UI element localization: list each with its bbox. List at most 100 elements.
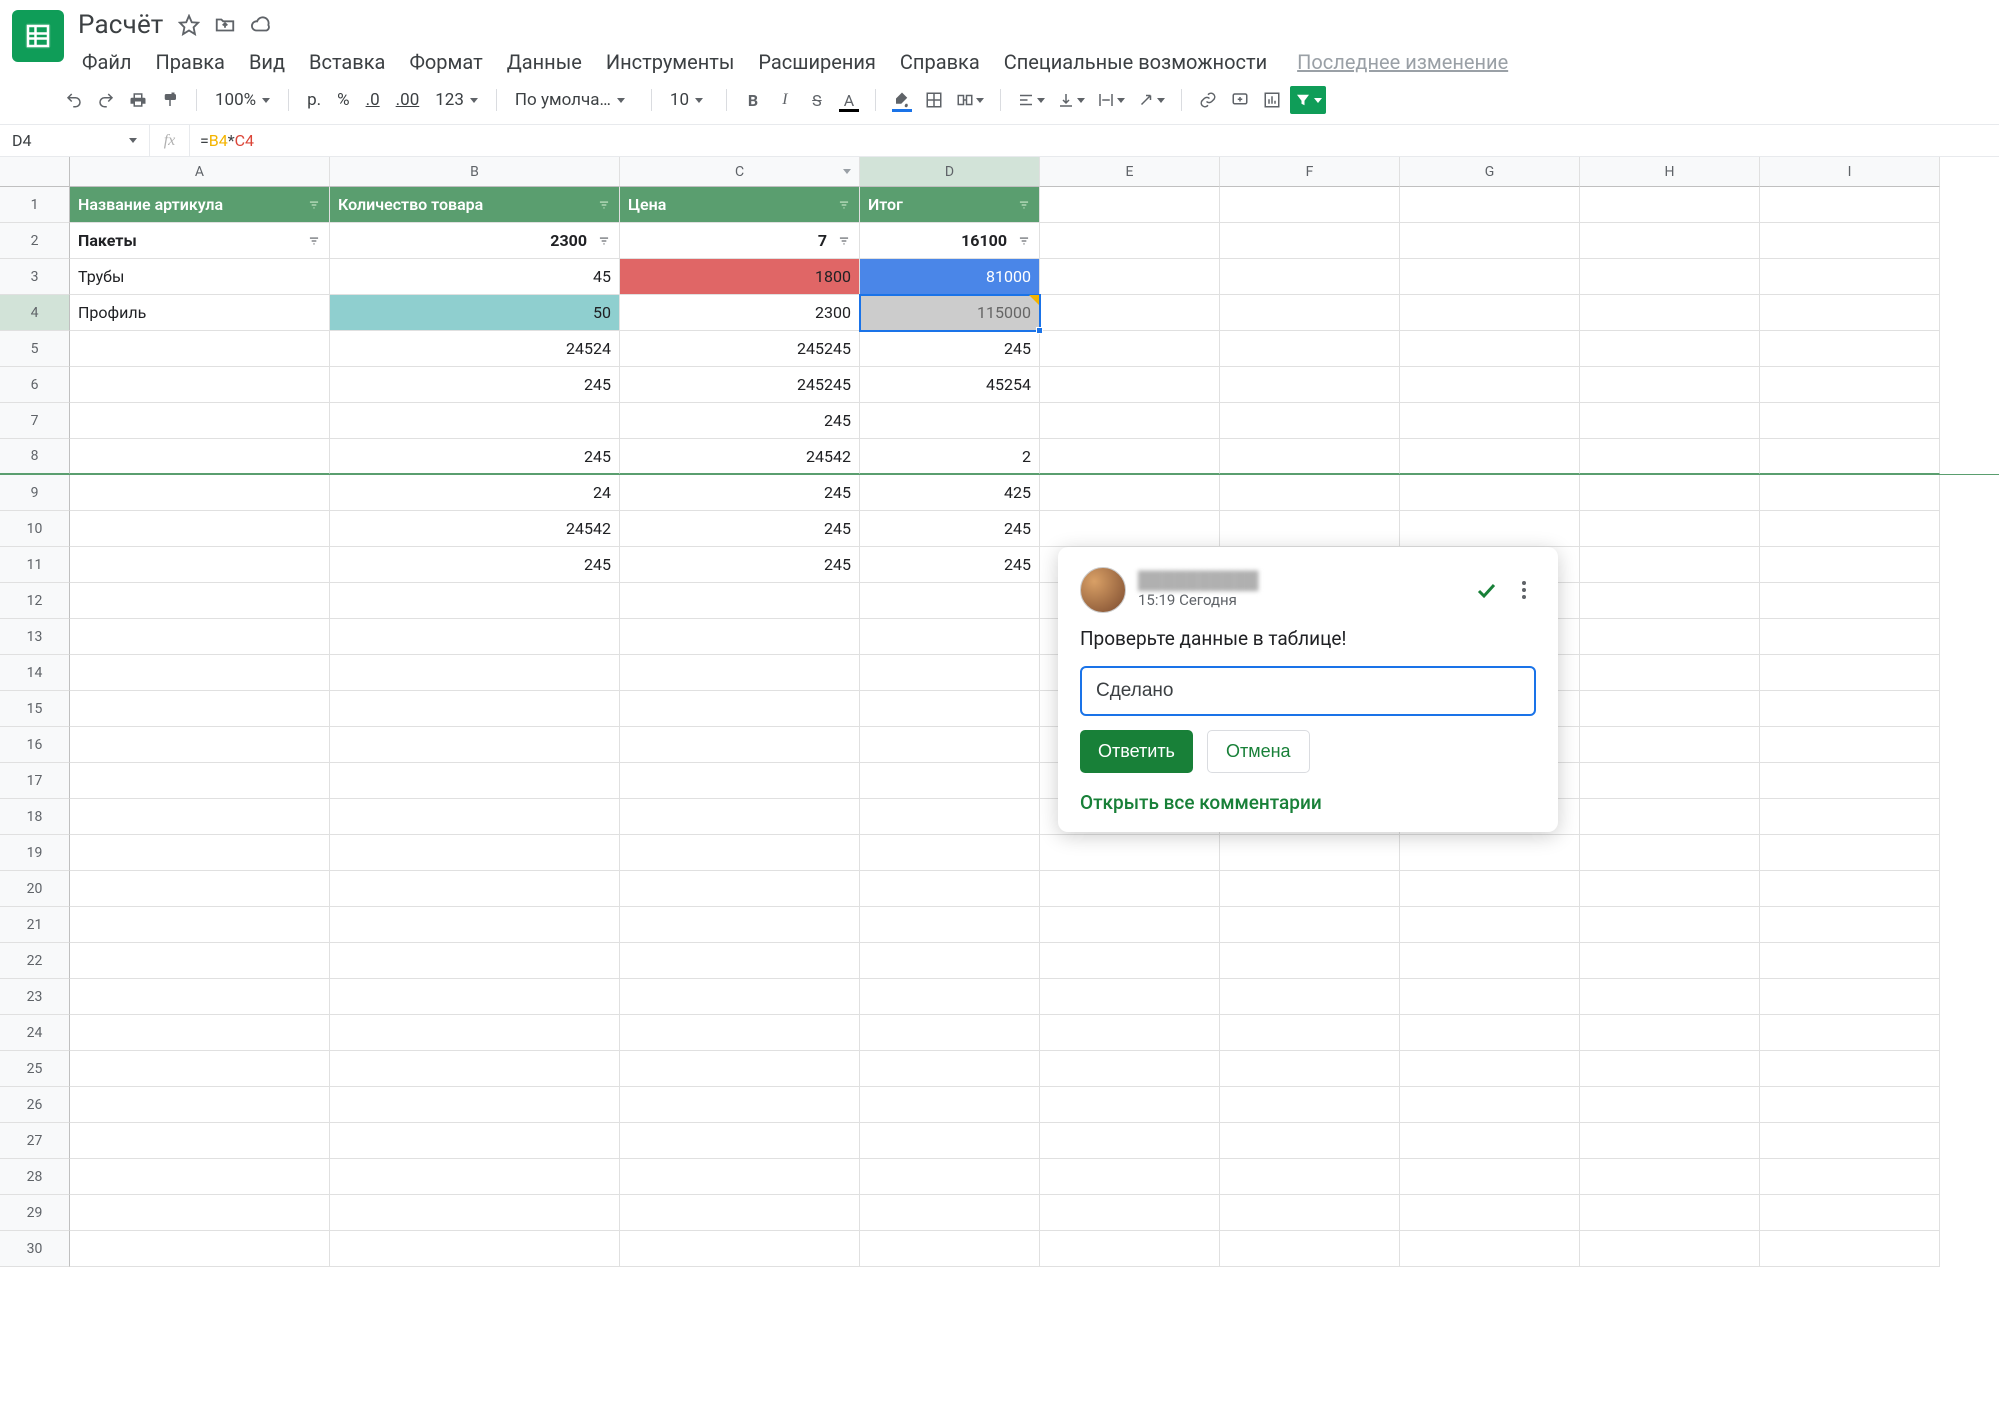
cell[interactable] <box>70 691 330 727</box>
cell[interactable]: 245245 <box>620 331 860 367</box>
cell[interactable] <box>1580 727 1760 763</box>
cell[interactable] <box>1580 763 1760 799</box>
cell[interactable] <box>860 1231 1040 1267</box>
row-header[interactable]: 12 <box>0 583 70 619</box>
row-header[interactable]: 16 <box>0 727 70 763</box>
cell[interactable] <box>330 619 620 655</box>
row-header[interactable]: 21 <box>0 907 70 943</box>
cell[interactable] <box>1040 871 1220 907</box>
menu-format[interactable]: Формат <box>405 48 486 76</box>
cell[interactable] <box>330 1159 620 1195</box>
header-cell[interactable]: Название артикула <box>70 187 330 223</box>
column-header-H[interactable]: H <box>1580 157 1760 187</box>
cell[interactable] <box>1760 295 1940 331</box>
cell[interactable] <box>1580 223 1760 259</box>
cell[interactable] <box>860 835 1040 871</box>
menu-view[interactable]: Вид <box>245 48 289 76</box>
cell[interactable] <box>1760 871 1940 907</box>
vertical-align-button[interactable] <box>1053 86 1089 114</box>
cell[interactable] <box>860 655 1040 691</box>
cell[interactable] <box>1400 871 1580 907</box>
cell[interactable] <box>1040 1123 1220 1159</box>
cell[interactable] <box>1400 331 1580 367</box>
filter-icon[interactable] <box>1017 234 1031 248</box>
cell[interactable] <box>330 871 620 907</box>
cell[interactable] <box>860 619 1040 655</box>
cell[interactable] <box>860 979 1040 1015</box>
cell[interactable]: 245 <box>330 367 620 403</box>
filter-icon[interactable] <box>837 198 851 212</box>
font-family-dropdown[interactable]: По умолча… <box>509 90 639 110</box>
cell[interactable] <box>1400 1015 1580 1051</box>
cell[interactable] <box>1760 331 1940 367</box>
menu-edit[interactable]: Правка <box>151 48 229 76</box>
font-size-dropdown[interactable]: 10 <box>664 90 714 110</box>
cell[interactable] <box>1400 943 1580 979</box>
comment-reply-input[interactable] <box>1080 666 1536 716</box>
cell[interactable] <box>330 979 620 1015</box>
cell[interactable]: Пакеты <box>70 223 330 259</box>
cell[interactable] <box>1580 295 1760 331</box>
cell[interactable] <box>1040 439 1220 474</box>
bold-button[interactable]: B <box>739 86 767 114</box>
star-icon[interactable] <box>178 14 200 36</box>
insert-comment-button[interactable] <box>1226 86 1254 114</box>
cell[interactable] <box>1580 943 1760 979</box>
strikethrough-button[interactable]: S <box>803 86 831 114</box>
last-edit-link[interactable]: Последнее изменение <box>1297 50 1508 74</box>
cell[interactable] <box>1580 1123 1760 1159</box>
cell[interactable] <box>1760 619 1940 655</box>
cell[interactable] <box>1580 583 1760 619</box>
cell[interactable] <box>1760 1159 1940 1195</box>
filter-icon[interactable] <box>597 234 611 248</box>
row-header[interactable]: 14 <box>0 655 70 691</box>
cell[interactable] <box>70 475 330 511</box>
cell[interactable] <box>70 1087 330 1123</box>
cell[interactable] <box>1760 1123 1940 1159</box>
row-header[interactable]: 25 <box>0 1051 70 1087</box>
cell[interactable] <box>1580 619 1760 655</box>
row-header[interactable]: 10 <box>0 511 70 547</box>
cell[interactable] <box>1760 1195 1940 1231</box>
cell[interactable] <box>620 1123 860 1159</box>
row-header[interactable]: 22 <box>0 943 70 979</box>
cell[interactable] <box>1040 1015 1220 1051</box>
cell[interactable] <box>1760 691 1940 727</box>
cell[interactable] <box>860 1051 1040 1087</box>
cell[interactable] <box>1400 511 1580 547</box>
cell[interactable] <box>1400 1195 1580 1231</box>
cell[interactable] <box>1580 1195 1760 1231</box>
cell[interactable] <box>1400 223 1580 259</box>
row-header[interactable]: 29 <box>0 1195 70 1231</box>
cell[interactable] <box>330 763 620 799</box>
cell[interactable] <box>70 835 330 871</box>
cell[interactable] <box>1220 907 1400 943</box>
cell[interactable] <box>330 403 620 439</box>
row-header[interactable]: 1 <box>0 187 70 223</box>
cell[interactable] <box>70 907 330 943</box>
cell[interactable] <box>1220 187 1400 223</box>
cell[interactable] <box>1760 547 1940 583</box>
cell[interactable] <box>1760 979 1940 1015</box>
cell[interactable] <box>70 943 330 979</box>
cell[interactable] <box>1580 655 1760 691</box>
cell[interactable] <box>1760 367 1940 403</box>
decrease-decimal-button[interactable]: .0 <box>360 90 386 110</box>
cell[interactable] <box>1760 1087 1940 1123</box>
cell[interactable]: 2 <box>860 439 1040 474</box>
header-cell[interactable]: Количество товара <box>330 187 620 223</box>
text-wrap-button[interactable] <box>1093 86 1129 114</box>
menu-file[interactable]: Файл <box>78 48 135 76</box>
row-header[interactable]: 30 <box>0 1231 70 1267</box>
cell[interactable] <box>70 727 330 763</box>
cell[interactable] <box>1220 223 1400 259</box>
menu-tools[interactable]: Инструменты <box>602 48 739 76</box>
cell[interactable]: 2300 <box>620 295 860 331</box>
cell[interactable] <box>620 979 860 1015</box>
row-header[interactable]: 17 <box>0 763 70 799</box>
cell[interactable] <box>1580 1087 1760 1123</box>
row-header[interactable]: 7 <box>0 403 70 439</box>
menu-accessibility[interactable]: Специальные возможности <box>1000 48 1271 76</box>
cell[interactable] <box>1220 1159 1400 1195</box>
cell[interactable] <box>1580 475 1760 511</box>
